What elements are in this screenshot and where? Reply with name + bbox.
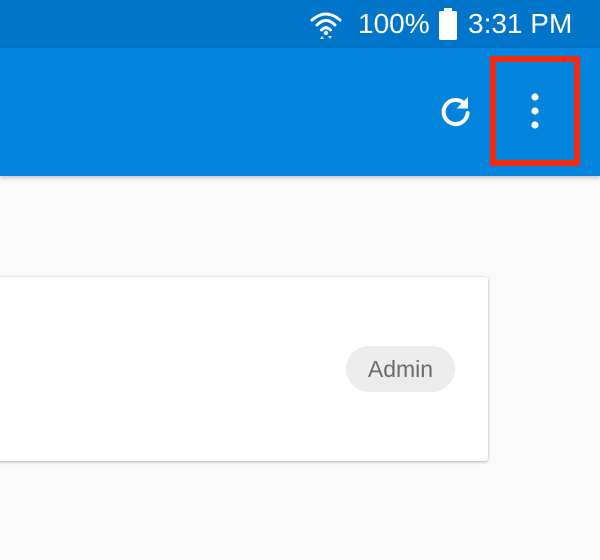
refresh-button[interactable] [432,88,480,136]
battery-percentage: 100% [358,8,430,39]
refresh-icon [441,97,470,126]
more-options-button[interactable] [490,56,580,166]
role-chip: Admin [346,346,455,392]
more-vert-icon [531,93,539,129]
battery-full-icon [439,8,457,40]
app-bar [0,48,600,176]
status-bar: 100% 3:31 PM [0,0,600,48]
wifi-icon [310,12,342,39]
clock: 3:31 PM [468,8,573,39]
user-card[interactable]: Admin [0,277,488,461]
